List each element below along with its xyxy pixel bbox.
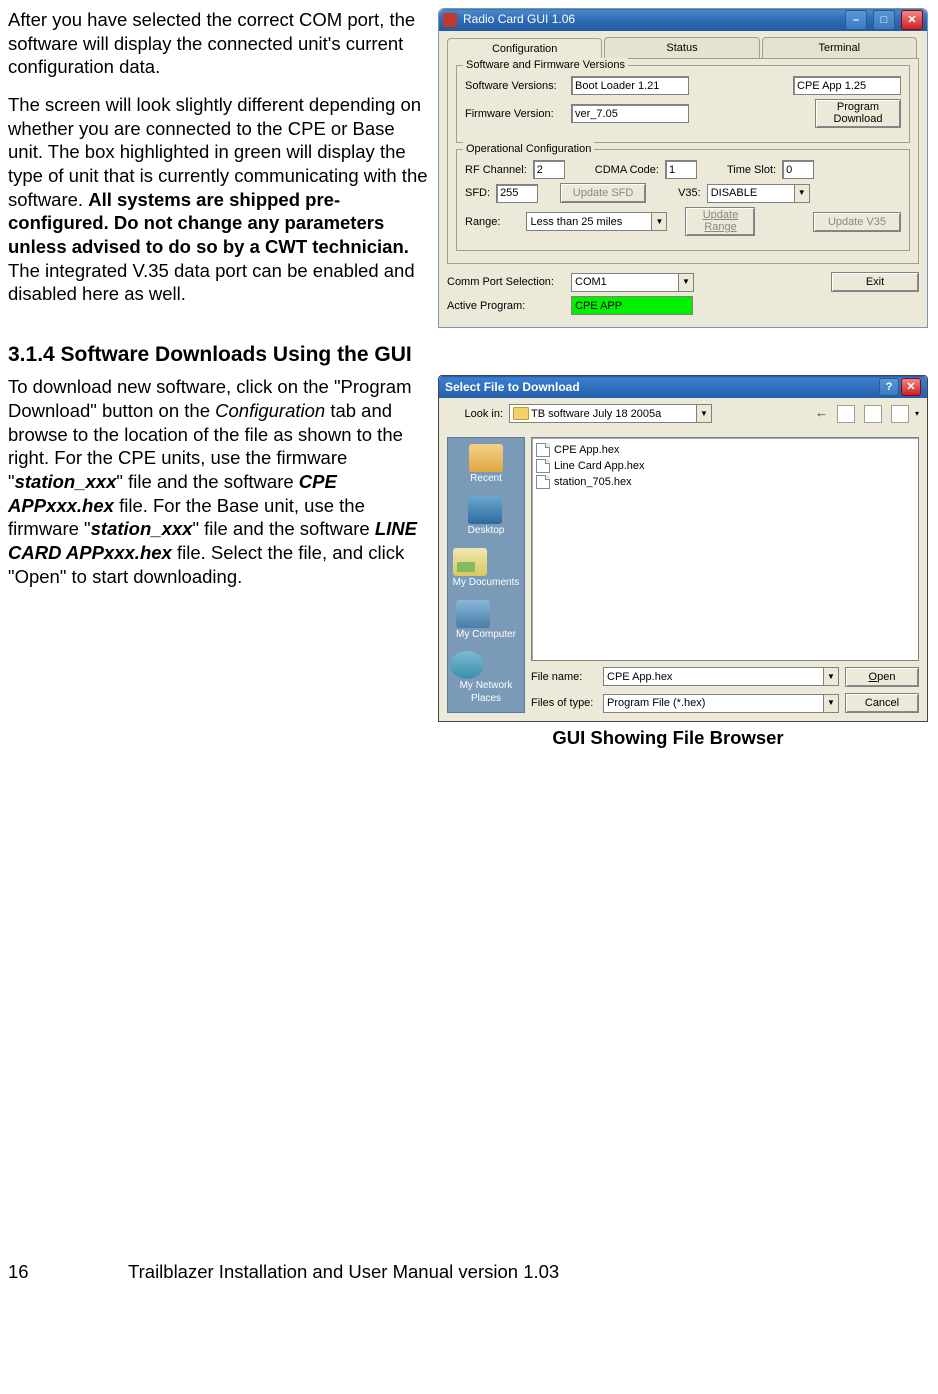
dialog-title-bar: Select File to Download ? ✕ [439,376,927,398]
file-name-input[interactable]: CPE App.hex▼ [603,667,839,686]
help-button[interactable]: ? [879,378,899,396]
range-label: Range: [465,215,500,229]
time-slot-input[interactable]: 0 [782,160,814,179]
open-button[interactable]: Open [845,667,919,687]
program-download-button[interactable]: ProgramDownload [815,99,901,128]
file-icon [536,459,550,473]
file-icon [536,475,550,489]
minimize-button[interactable]: – [845,10,867,30]
maximize-button[interactable]: □ [873,10,895,30]
active-program-label: Active Program: [447,299,565,313]
place-my-documents[interactable]: My Documents [453,548,520,590]
files-of-type-select[interactable]: Program File (*.hex)▼ [603,694,839,713]
exit-button[interactable]: Exit [831,272,919,292]
firmware-version-label: Firmware Version: [465,107,565,121]
file-item[interactable]: station_705.hex [536,474,914,490]
up-folder-icon[interactable] [837,405,855,423]
chevron-down-icon: ▼ [652,212,667,231]
cancel-button[interactable]: Cancel [845,693,919,713]
file-item[interactable]: Line Card App.hex [536,458,914,474]
update-sfd-button[interactable]: Update SFD [560,183,646,203]
sfd-label: SFD: [465,186,490,200]
places-bar: Recent Desktop My Documents My Computer … [447,437,525,713]
rf-channel-input[interactable]: 2 [533,160,565,179]
place-network[interactable]: My Network Places [450,651,522,706]
look-in-label: Look in: [447,407,503,421]
operational-config-fieldset: Operational Configuration RF Channel: 2 … [456,149,910,251]
new-folder-icon[interactable] [864,405,882,423]
dialog-title: Select File to Download [445,380,580,395]
app-icon [443,13,457,27]
software-versions-label: Software Versions: [465,79,565,93]
range-select[interactable]: Less than 25 miles ▼ [526,212,667,231]
op-config-legend: Operational Configuration [463,142,594,156]
title-bar: Radio Card GUI 1.06 – □ ✕ [439,9,927,31]
section-heading: 3.1.4 Software Downloads Using the GUI [8,342,928,369]
close-button[interactable]: ✕ [901,10,923,30]
v35-label: V35: [678,186,701,200]
place-desktop[interactable]: Desktop [468,496,505,538]
v35-select[interactable]: DISABLE ▼ [707,184,810,203]
file-list[interactable]: CPE App.hex Line Card App.hex station_70… [531,437,919,661]
cdma-code-input[interactable]: 1 [665,160,697,179]
folder-icon [513,407,529,420]
chevron-down-icon: ▼ [824,694,839,713]
files-of-type-label: Files of type: [531,696,597,710]
documents-icon [453,548,487,576]
comm-port-label: Comm Port Selection: [447,275,565,289]
footer-text: Trailblazer Installation and User Manual… [128,1260,559,1284]
views-icon[interactable] [891,405,909,423]
place-recent[interactable]: Recent [469,444,503,486]
time-slot-label: Time Slot: [727,163,776,177]
chevron-down-icon: ▼ [824,667,839,686]
page-number: 16 [8,1260,128,1284]
boot-loader-field: Boot Loader 1.21 [571,76,689,95]
close-button[interactable]: ✕ [901,378,921,396]
page-footer: 16 Trailblazer Installation and User Man… [8,1260,928,1284]
versions-fieldset: Software and Firmware Versions Software … [456,65,910,143]
chevron-down-icon: ▼ [697,404,712,423]
tab-status[interactable]: Status [604,37,759,58]
file-item[interactable]: CPE App.hex [536,442,914,458]
recent-icon [469,444,503,472]
computer-icon [456,600,490,628]
figure-caption: GUI Showing File Browser [8,726,928,750]
tab-configuration[interactable]: Configuration [447,38,602,59]
network-icon [450,651,484,679]
radio-card-gui-window: Radio Card GUI 1.06 – □ ✕ Configuration … [438,8,928,328]
tab-strip: Configuration Status Terminal [447,37,919,58]
sfd-input[interactable]: 255 [496,184,538,203]
active-program-field: CPE APP [571,296,693,315]
chevron-down-icon: ▼ [795,184,810,203]
tab-terminal[interactable]: Terminal [762,37,917,58]
comm-port-select[interactable]: COM1 ▼ [571,273,694,292]
look-in-select[interactable]: TB software July 18 2005a ▼ [509,404,712,423]
update-range-button[interactable]: UpdateRange [685,207,755,236]
update-v35-button[interactable]: Update V35 [813,212,901,232]
chevron-down-icon: ▼ [679,273,694,292]
place-my-computer[interactable]: My Computer [456,600,516,642]
versions-legend: Software and Firmware Versions [463,58,628,72]
rf-channel-label: RF Channel: [465,163,527,177]
file-name-label: File name: [531,670,597,684]
cpe-app-field: CPE App 1.25 [793,76,901,95]
cdma-code-label: CDMA Code: [595,163,659,177]
firmware-version-field: ver_7.05 [571,104,689,123]
file-icon [536,443,550,457]
desktop-icon [468,496,502,524]
window-title: Radio Card GUI 1.06 [463,12,575,27]
file-dialog-window: Select File to Download ? ✕ Look in: TB … [438,375,928,722]
back-icon[interactable]: ← [815,405,828,422]
